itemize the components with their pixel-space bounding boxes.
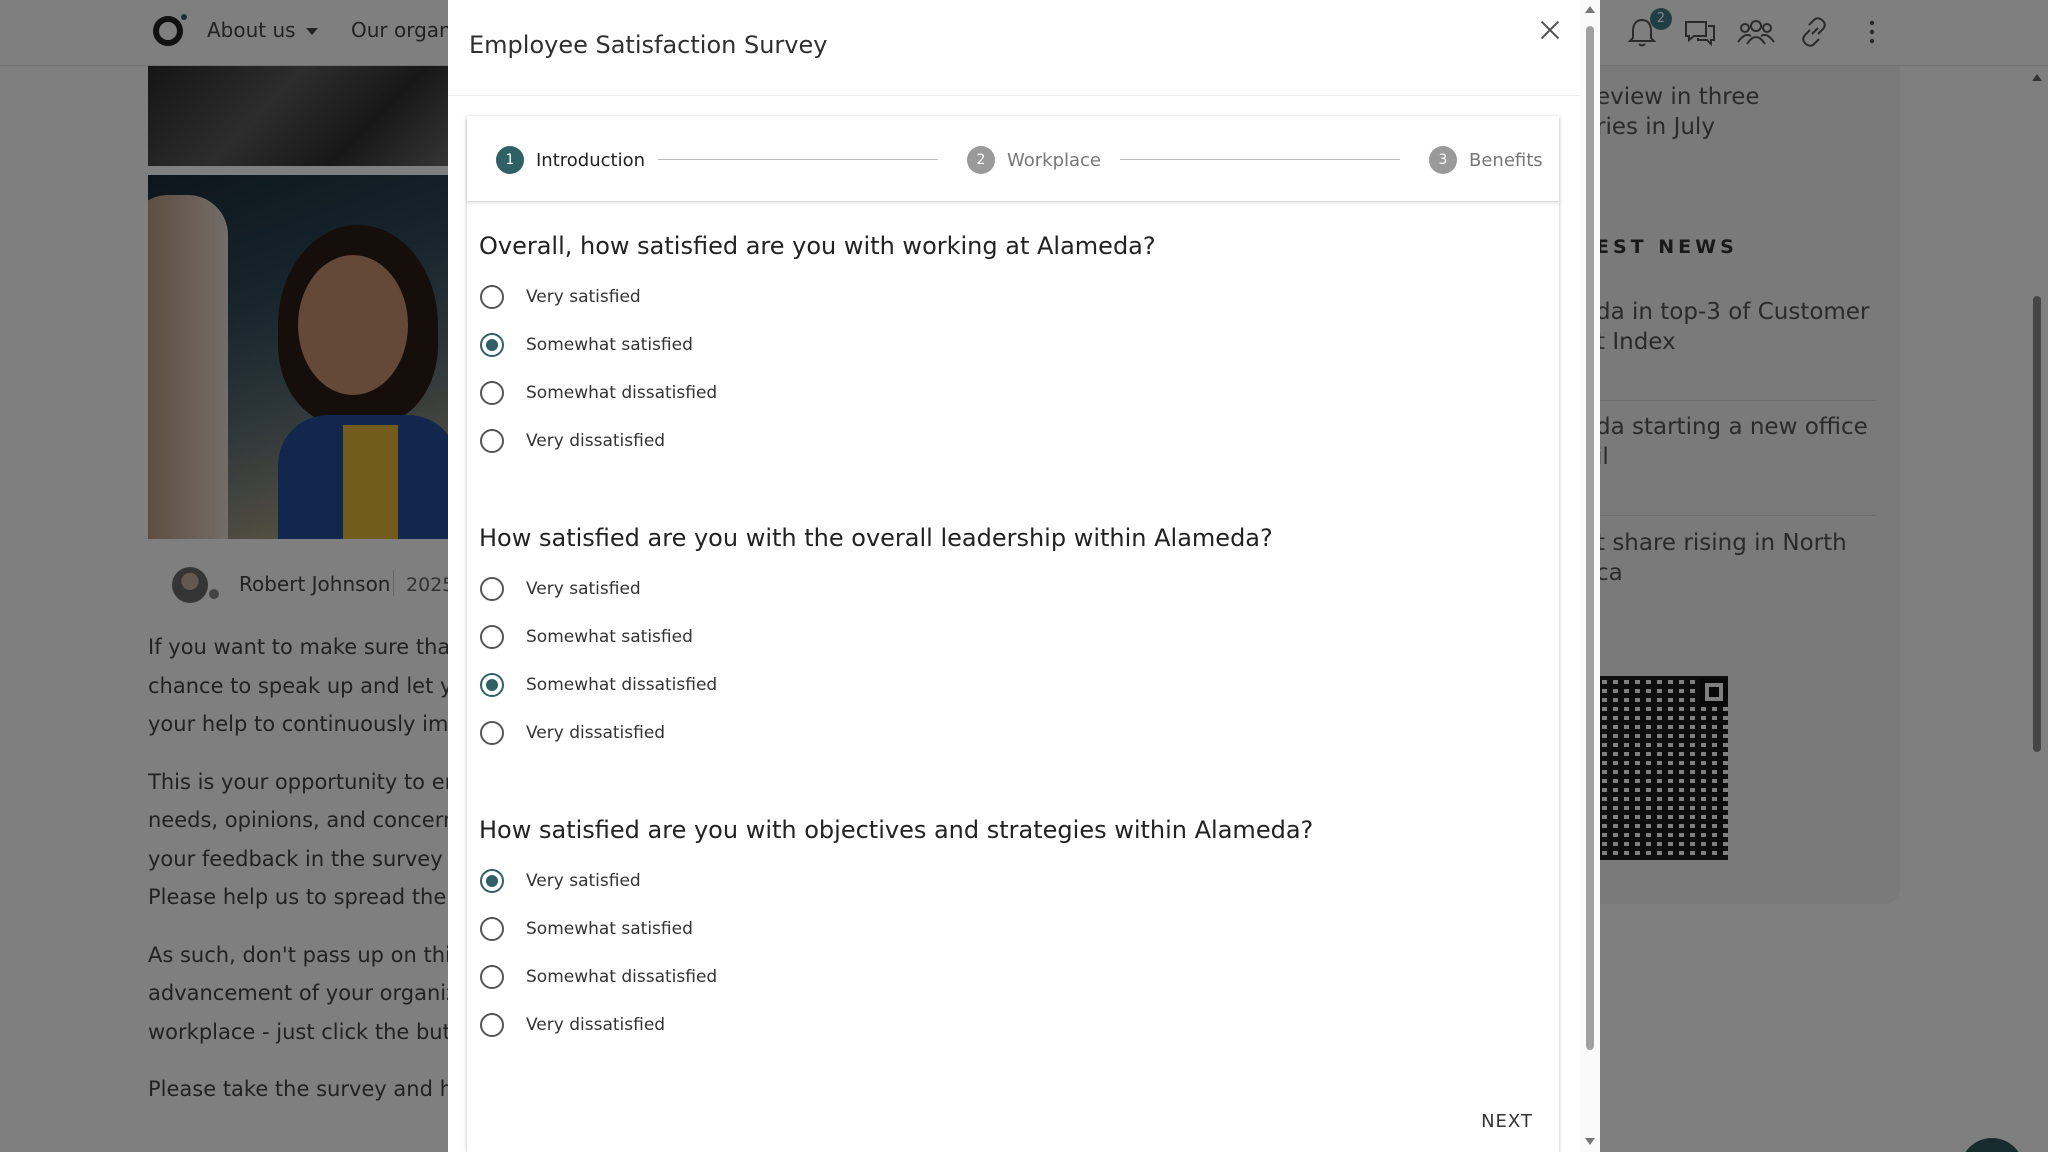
radio-button-icon[interactable] (480, 577, 504, 601)
radio-option[interactable]: Somewhat satisfied (480, 330, 693, 360)
radio-button-icon[interactable] (480, 429, 504, 453)
divider (448, 95, 1580, 96)
step-number: 1 (496, 146, 524, 174)
option-label: Very dissatisfied (526, 1015, 666, 1035)
radio-option[interactable]: Somewhat dissatisfied (480, 670, 717, 700)
option-label: Somewhat satisfied (526, 335, 693, 355)
option-label: Somewhat dissatisfied (526, 967, 718, 987)
survey-card: 1 Introduction 2 Workplace 3 Benefits Ov… (467, 116, 1559, 1152)
step-label: Benefits (1469, 149, 1543, 171)
step-number: 3 (1429, 146, 1457, 174)
option-label: Somewhat satisfied (526, 627, 693, 647)
radio-button-icon[interactable] (480, 965, 504, 989)
scroll-up-arrow-icon[interactable] (1585, 6, 1595, 13)
radio-option[interactable]: Somewhat satisfied (480, 914, 693, 944)
question-text: Overall, how satisfied are you with work… (479, 232, 1156, 260)
radio-button-icon[interactable] (480, 673, 504, 697)
radio-option[interactable]: Very dissatisfied (480, 426, 665, 456)
step-workplace[interactable]: 2 Workplace (967, 146, 1101, 174)
step-introduction[interactable]: 1 Introduction (496, 146, 645, 174)
radio-option[interactable]: Very satisfied (480, 282, 641, 312)
step-connector (658, 159, 938, 160)
step-number: 2 (967, 146, 995, 174)
radio-button-icon[interactable] (480, 285, 504, 309)
radio-button-icon[interactable] (480, 333, 504, 357)
option-label: Somewhat dissatisfied (526, 675, 718, 695)
dialog-scrollbar[interactable] (1580, 0, 1600, 1152)
step-connector (1120, 159, 1400, 160)
radio-button-icon[interactable] (480, 625, 504, 649)
step-label: Introduction (536, 149, 646, 171)
scrollbar-thumb[interactable] (1586, 26, 1594, 1050)
radio-button-icon[interactable] (480, 917, 504, 941)
close-icon[interactable] (1534, 14, 1566, 46)
option-label: Somewhat dissatisfied (526, 383, 718, 403)
radio-option[interactable]: Somewhat satisfied (480, 622, 693, 652)
next-button[interactable]: NEXT (1467, 1104, 1547, 1140)
question-3: How satisfied are you with objectives an… (479, 816, 1539, 1066)
option-label: Somewhat satisfied (526, 919, 693, 939)
dialog-title: Employee Satisfaction Survey (469, 31, 828, 59)
option-label: Very satisfied (526, 287, 641, 307)
radio-button-icon[interactable] (480, 869, 504, 893)
question-2: How satisfied are you with the overall l… (479, 524, 1539, 774)
step-benefits[interactable]: 3 Benefits (1429, 146, 1543, 174)
stepper: 1 Introduction 2 Workplace 3 Benefits (467, 116, 1559, 202)
radio-option[interactable]: Very satisfied (480, 866, 641, 896)
radio-option[interactable]: Somewhat dissatisfied (480, 962, 717, 992)
option-label: Very satisfied (526, 871, 641, 891)
option-label: Very satisfied (526, 579, 641, 599)
radio-option[interactable]: Very dissatisfied (480, 718, 665, 748)
radio-button-icon[interactable] (480, 1013, 504, 1037)
question-1: Overall, how satisfied are you with work… (479, 232, 1539, 482)
question-text: How satisfied are you with the overall l… (479, 524, 1273, 552)
scroll-down-arrow-icon[interactable] (1585, 1138, 1595, 1145)
option-label: Very dissatisfied (526, 431, 666, 451)
survey-dialog: Employee Satisfaction Survey 1 Introduct… (448, 0, 1600, 1152)
radio-button-icon[interactable] (480, 381, 504, 405)
radio-option[interactable]: Very satisfied (480, 574, 641, 604)
question-text: How satisfied are you with objectives an… (479, 816, 1314, 844)
radio-option[interactable]: Somewhat dissatisfied (480, 378, 717, 408)
radio-option[interactable]: Very dissatisfied (480, 1010, 665, 1040)
radio-button-icon[interactable] (480, 721, 504, 745)
option-label: Very dissatisfied (526, 723, 666, 743)
step-label: Workplace (1007, 149, 1102, 171)
